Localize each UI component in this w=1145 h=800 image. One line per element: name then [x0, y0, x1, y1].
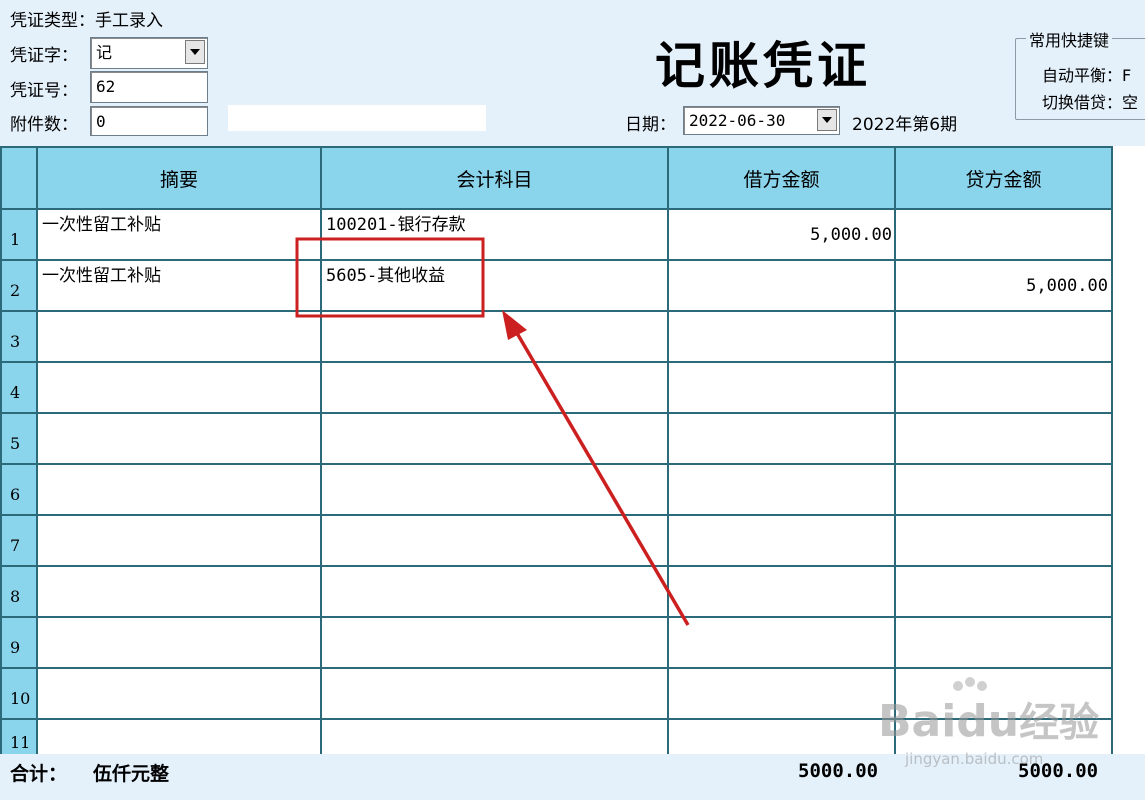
voucher-word-label: 凭证字： — [10, 46, 78, 66]
chevron-down-icon — [190, 48, 200, 55]
grid-line — [320, 146, 322, 754]
row-number: 1 — [2, 210, 36, 259]
row-number: 3 — [2, 312, 36, 361]
attach-label: 附件数： — [10, 115, 78, 135]
grid-line — [0, 361, 1113, 363]
cell-account[interactable]: 100201-银行存款 — [326, 210, 466, 235]
shortcut-item: 自动平衡：F — [1042, 66, 1132, 85]
grid-line — [0, 616, 1113, 618]
column-header-summary[interactable]: 摘要 — [38, 148, 320, 208]
cell-account[interactable]: 5605-其他收益 — [326, 261, 445, 286]
cell-summary[interactable]: 一次性留工补贴 — [42, 261, 161, 286]
voucher-word-dropdown-button[interactable] — [185, 40, 205, 64]
corner-cell — [2, 148, 36, 208]
grid-line — [0, 146, 2, 754]
chevron-down-icon — [822, 116, 832, 123]
voucher-type-label: 凭证类型： — [10, 11, 95, 31]
grid-line — [0, 565, 1113, 567]
voucher-no-label: 凭证号： — [10, 81, 78, 101]
debit-total: 5000.00 — [798, 760, 879, 782]
grid-line — [0, 208, 1113, 210]
watermark-brand: Baidu — [878, 696, 1020, 747]
grid-line — [667, 146, 669, 754]
grid-line — [0, 146, 1113, 148]
date-dropdown-button[interactable] — [817, 109, 837, 131]
total-in-words: 伍仟元整 — [93, 763, 170, 785]
voucher-grid: 摘要 会计科目 借方金额 贷方金额 1 2 3 4 5 6 7 8 9 10 1… — [0, 146, 1145, 754]
date-picker[interactable]: 2022-06-30 — [683, 106, 840, 135]
voucher-word-select[interactable]: 记 — [90, 37, 208, 69]
attach-count-input[interactable]: 0 — [90, 106, 208, 136]
voucher-type-row: 凭证类型：手工录入 — [10, 6, 163, 31]
grid-line — [0, 463, 1113, 465]
column-header-debit[interactable]: 借方金额 — [669, 148, 894, 208]
row-number: 11 — [2, 720, 36, 754]
row-number: 9 — [2, 618, 36, 667]
voucher-no-input[interactable]: 62 — [90, 71, 208, 103]
period-label: 2022年第6期 — [852, 115, 958, 135]
voucher-word-value: 记 — [96, 43, 113, 62]
shortcut-title: 常用快捷键 — [1026, 27, 1113, 51]
row-number: 2 — [2, 261, 36, 310]
date-label: 日期： — [625, 115, 676, 135]
row-number: 7 — [2, 516, 36, 565]
row-number: 10 — [2, 669, 36, 718]
shortcut-item: 切换借贷：空 — [1042, 93, 1139, 112]
column-header-credit[interactable]: 贷方金额 — [896, 148, 1111, 208]
grid-line — [0, 259, 1113, 261]
voucher-type-value: 手工录入 — [95, 11, 163, 31]
grid-line — [0, 310, 1113, 312]
grid-line — [0, 514, 1113, 516]
grid-line — [894, 146, 896, 754]
grid-line — [36, 146, 38, 754]
cell-summary[interactable]: 一次性留工补贴 — [42, 210, 161, 235]
row-number: 5 — [2, 414, 36, 463]
row-number: 8 — [2, 567, 36, 616]
grid-line — [0, 667, 1113, 669]
row-number: 6 — [2, 465, 36, 514]
grid-line — [0, 412, 1113, 414]
grid-line — [1111, 146, 1113, 754]
page-title: 记账凭证 — [655, 36, 871, 95]
cell-credit[interactable]: 5,000.00 — [1026, 276, 1108, 296]
watermark-url: jingyan.baidu.com — [905, 750, 1044, 768]
row-number: 4 — [2, 363, 36, 412]
paw-icon — [950, 676, 990, 700]
column-header-account[interactable]: 会计科目 — [322, 148, 667, 208]
watermark-brand-cn: 经验 — [1019, 700, 1100, 746]
date-value: 2022-06-30 — [689, 111, 786, 130]
blank-field[interactable] — [228, 105, 486, 131]
cell-debit[interactable]: 5,000.00 — [810, 225, 892, 245]
total-label: 合计： — [10, 763, 68, 785]
